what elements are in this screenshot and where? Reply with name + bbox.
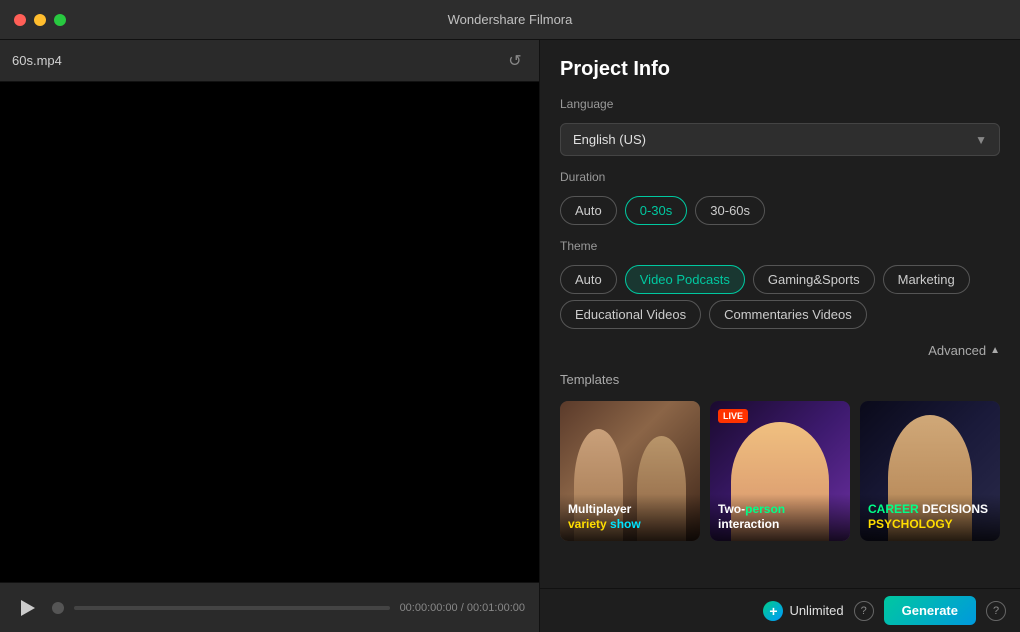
theme-options-row2: Educational Videos Commentaries Videos: [560, 300, 1000, 329]
template-card-1[interactable]: Multiplayer variety show: [560, 401, 700, 541]
right-panel: Project Info Language English (US) ▼ Dur…: [540, 40, 1020, 632]
theme-commentaries-button[interactable]: Commentaries Videos: [709, 300, 867, 329]
panel-title: Project Info: [560, 58, 1000, 81]
progress-bar[interactable]: [74, 606, 390, 610]
theme-section: Theme Auto Video Podcasts Gaming&Sports …: [560, 239, 1000, 329]
advanced-arrow-icon: ▲: [990, 345, 1000, 356]
template1-word2: variety: [568, 517, 607, 531]
template2-word3: interaction: [718, 517, 779, 531]
template1-word3: show: [610, 517, 641, 531]
template1-word1: Multiplayer: [568, 502, 631, 516]
templates-grid: Multiplayer variety show LIVE Two-person…: [560, 401, 1000, 541]
play-button[interactable]: [14, 594, 42, 622]
advanced-label: Advanced: [928, 343, 986, 358]
time-current: 00:00:00:00 / 00:01:00:00: [400, 602, 525, 614]
templates-section: Templates Multiplayer variety show: [560, 372, 1000, 541]
duration-section: Duration Auto 0-30s 30-60s: [560, 170, 1000, 225]
template-card-3[interactable]: CAREER DECISIONS PSYCHOLOGY: [860, 401, 1000, 541]
template3-word3: PSYCHOLOGY: [868, 517, 953, 531]
theme-label: Theme: [560, 239, 1000, 253]
template-overlay-1: Multiplayer variety show: [560, 494, 700, 541]
template-title-3: CAREER DECISIONS PSYCHOLOGY: [868, 502, 992, 533]
templates-label: Templates: [560, 372, 1000, 387]
theme-options-row1: Auto Video Podcasts Gaming&Sports Market…: [560, 265, 1000, 294]
refresh-button[interactable]: ↺: [503, 49, 527, 73]
duration-0-30s-button[interactable]: 0-30s: [625, 196, 688, 225]
help-icon[interactable]: ?: [854, 601, 874, 621]
play-icon: [21, 600, 35, 616]
minimize-button[interactable]: [34, 14, 46, 26]
theme-video-podcasts-button[interactable]: Video Podcasts: [625, 265, 745, 294]
duration-options: Auto 0-30s 30-60s: [560, 196, 1000, 225]
left-panel: 60s.mp4 ↺ 00:00:00:00 / 00:01:00:00: [0, 40, 540, 632]
file-name: 60s.mp4: [12, 53, 62, 68]
template-title-1: Multiplayer variety show: [568, 502, 692, 533]
unlimited-label: Unlimited: [789, 603, 843, 618]
app-title: Wondershare Filmora: [448, 12, 573, 27]
question-icon[interactable]: ?: [986, 601, 1006, 621]
duration-30-60s-button[interactable]: 30-60s: [695, 196, 765, 225]
template-title-2: Two-person interaction: [718, 502, 842, 533]
generate-button[interactable]: Generate: [884, 596, 976, 625]
unlimited-button[interactable]: + Unlimited: [763, 601, 843, 621]
plus-circle-icon: +: [763, 601, 783, 621]
template-overlay-2: Two-person interaction: [710, 494, 850, 541]
dropdown-arrow-icon: ▼: [975, 133, 987, 147]
theme-educational-button[interactable]: Educational Videos: [560, 300, 701, 329]
template-overlay-3: CAREER DECISIONS PSYCHOLOGY: [860, 494, 1000, 541]
theme-auto-button[interactable]: Auto: [560, 265, 617, 294]
playback-controls: 00:00:00:00 / 00:01:00:00: [0, 582, 539, 632]
language-label: Language: [560, 97, 1000, 111]
close-button[interactable]: [14, 14, 26, 26]
main-layout: 60s.mp4 ↺ 00:00:00:00 / 00:01:00:00 Proj…: [0, 40, 1020, 632]
template2-word2: person: [745, 502, 785, 516]
live-badge: LIVE: [718, 409, 748, 423]
theme-marketing-button[interactable]: Marketing: [883, 265, 970, 294]
duration-label: Duration: [560, 170, 1000, 184]
duration-auto-button[interactable]: Auto: [560, 196, 617, 225]
bottom-bar: + Unlimited ? Generate ?: [540, 588, 1020, 632]
file-bar: 60s.mp4 ↺: [0, 40, 539, 82]
dot-button[interactable]: [52, 602, 64, 614]
template3-word1: CAREER: [868, 502, 919, 516]
language-section: Language English (US) ▼: [560, 97, 1000, 156]
maximize-button[interactable]: [54, 14, 66, 26]
language-value: English (US): [573, 132, 646, 147]
template3-word2: DECISIONS: [922, 502, 988, 516]
video-preview: [0, 82, 539, 582]
traffic-lights: [14, 14, 66, 26]
language-dropdown[interactable]: English (US) ▼: [560, 123, 1000, 156]
template2-word1: Two-: [718, 502, 745, 516]
title-bar: Wondershare Filmora: [0, 0, 1020, 40]
theme-gaming-sports-button[interactable]: Gaming&Sports: [753, 265, 875, 294]
advanced-row[interactable]: Advanced ▲: [560, 343, 1000, 358]
template-card-2[interactable]: LIVE Two-person interaction: [710, 401, 850, 541]
